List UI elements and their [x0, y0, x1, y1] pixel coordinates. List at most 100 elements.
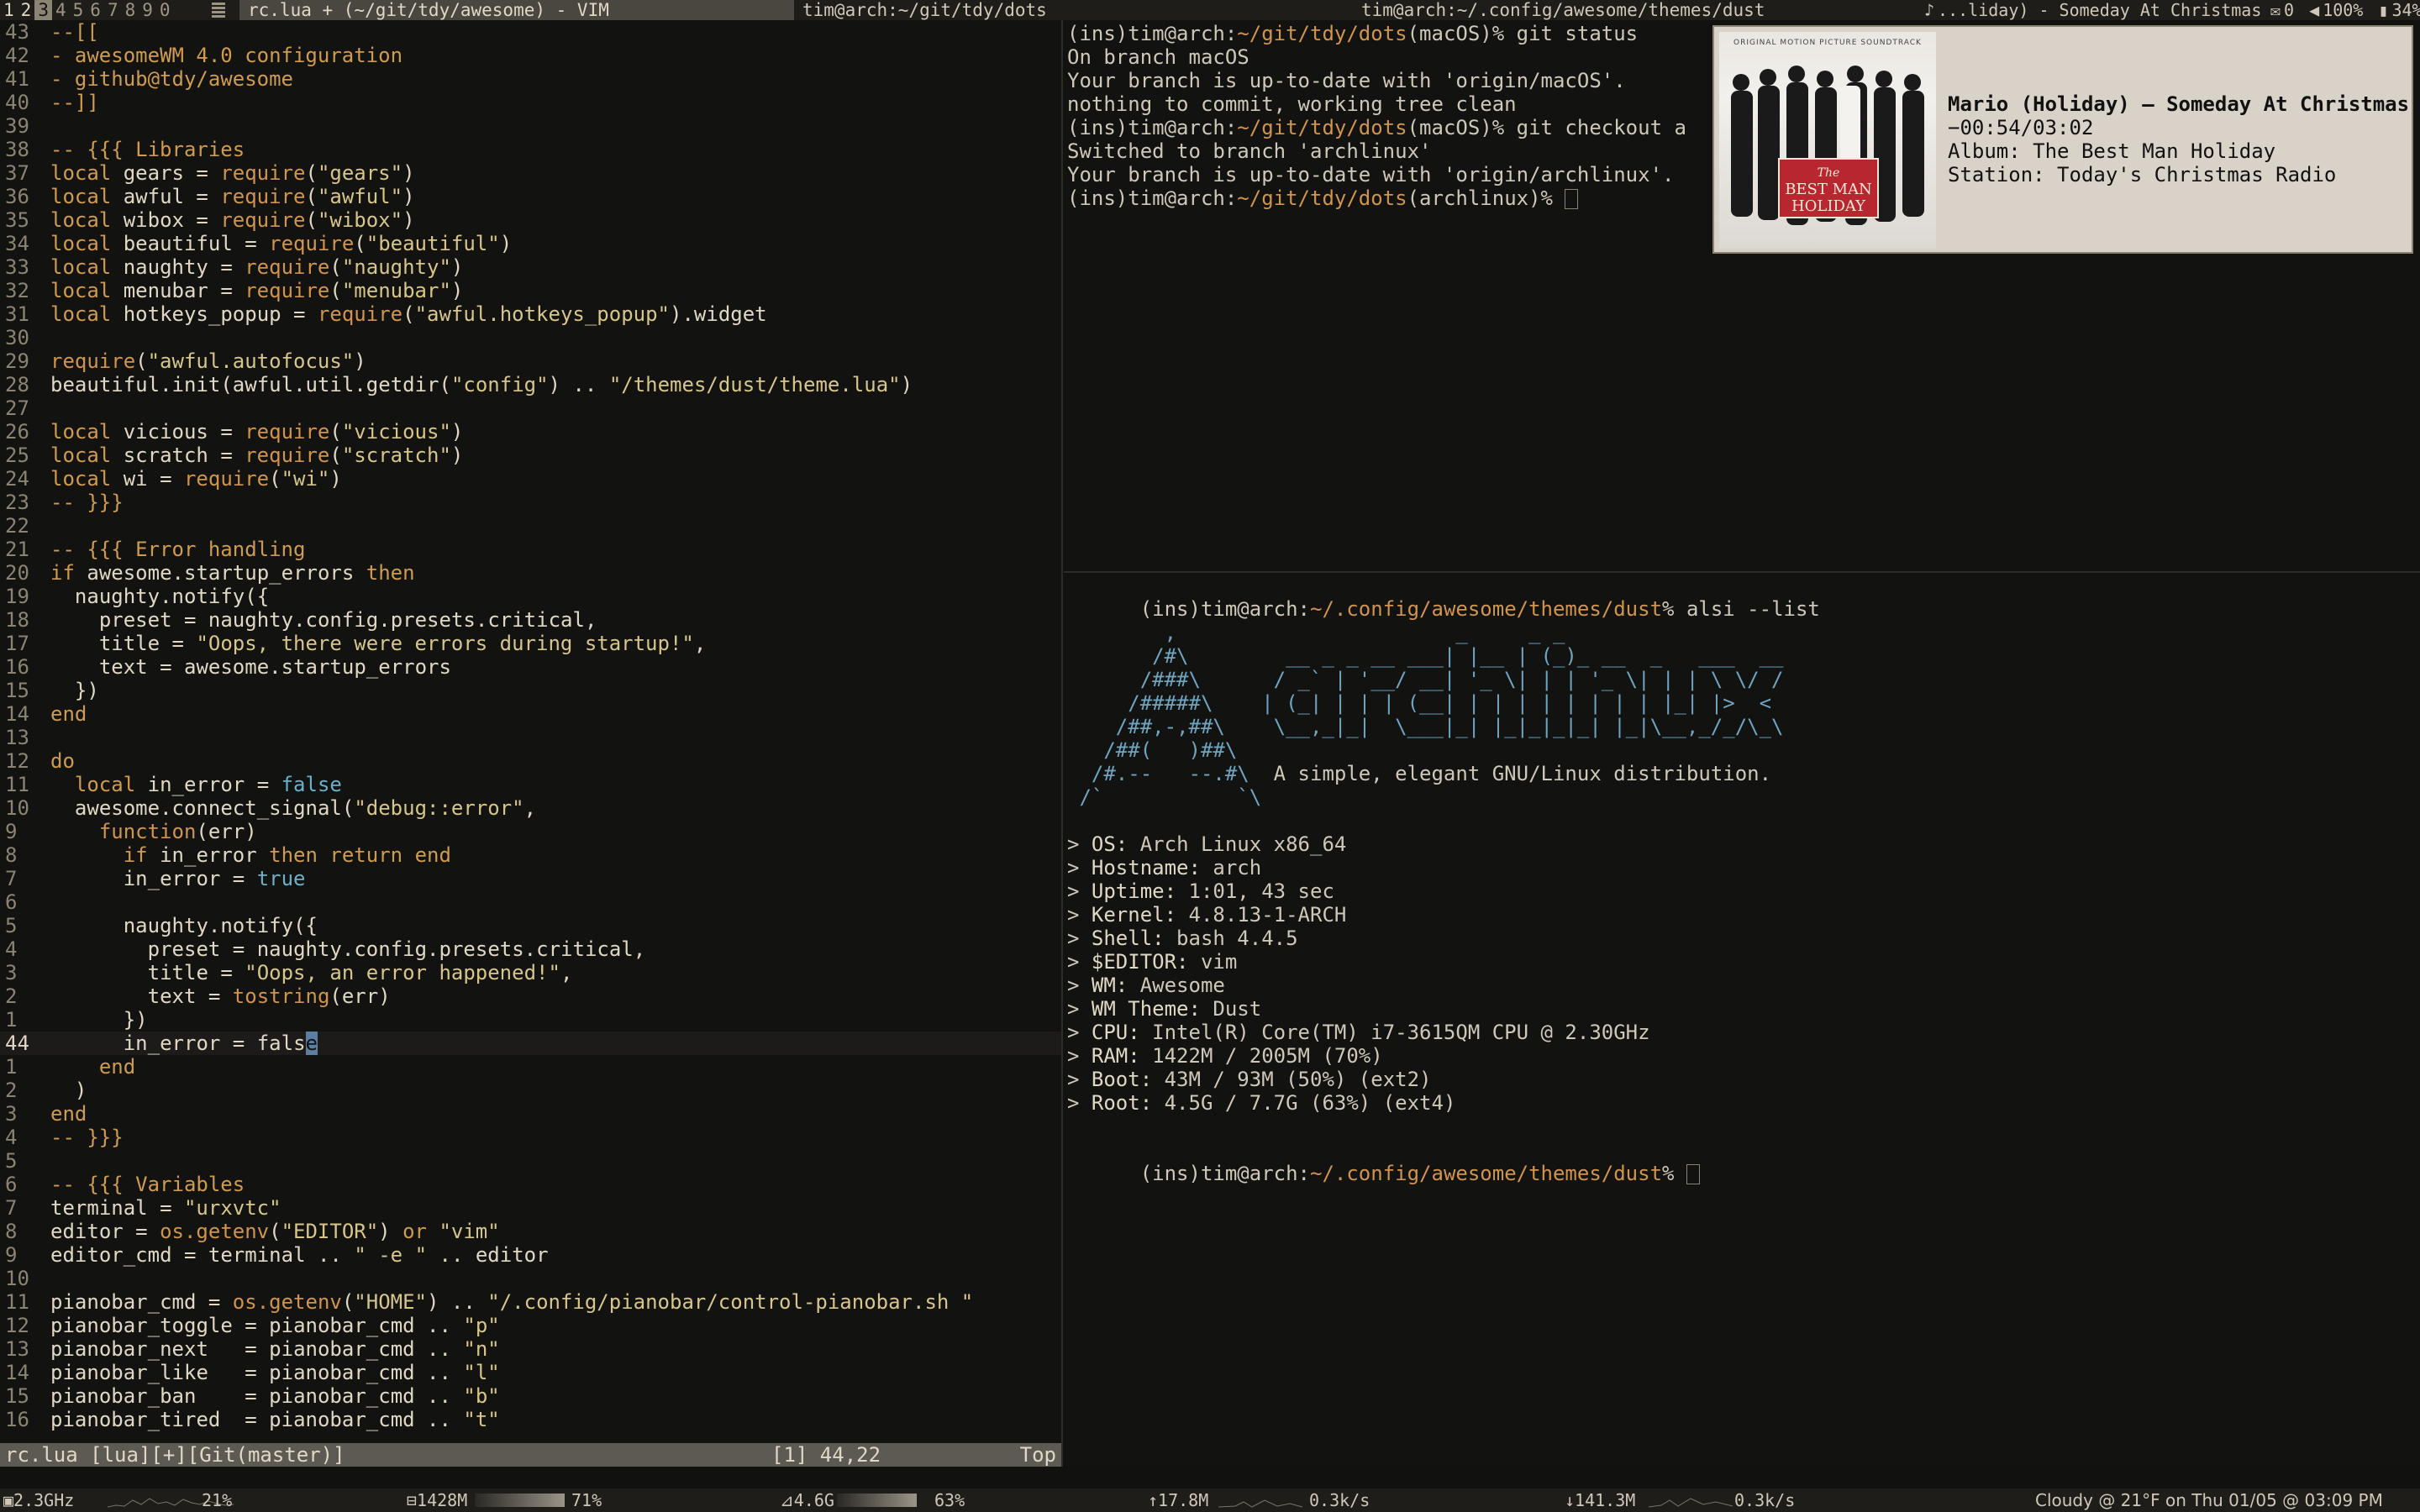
memory-bar — [475, 1494, 565, 1507]
line-number: 21 — [5, 538, 29, 561]
tag-3[interactable]: 3 — [34, 0, 52, 20]
code-line[interactable]: 30 — [0, 326, 1061, 349]
terminal-dust[interactable]: (ins)tim@arch:~/.config/awesome/themes/d… — [1064, 574, 2420, 1467]
download-widget[interactable]: ↓141.3M — [1565, 1488, 1635, 1512]
task-term-dots[interactable]: tim@arch:~/git/tdy/dots — [794, 0, 1055, 20]
code-line[interactable]: 35 local wibox = require("wibox") — [0, 208, 1061, 232]
layout-icon[interactable] — [212, 3, 225, 18]
code-line[interactable]: 8 if in_error then return end — [0, 843, 1061, 867]
code-line[interactable]: 11 pianobar_cmd = os.getenv("HOME") .. "/… — [0, 1290, 1061, 1314]
code-line[interactable]: 37 local gears = require("gears") — [0, 161, 1061, 185]
disk-widget[interactable]: ⊿4.6G — [780, 1488, 834, 1512]
code-line[interactable]: 10 — [0, 1267, 1061, 1290]
code-line[interactable]: 27 — [0, 396, 1061, 420]
code-line[interactable]: 14 end — [0, 702, 1061, 726]
code-line[interactable]: 17 title = "Oops, there were errors duri… — [0, 632, 1061, 655]
code-line[interactable]: 4 -- }}} — [0, 1126, 1061, 1149]
code-line[interactable]: 34 local beautiful = require("beautiful") — [0, 232, 1061, 255]
upload-widget[interactable]: ↑17.8M — [1148, 1488, 1208, 1512]
code-text: pianobar_next = pianobar_cmd .. "n" — [50, 1337, 500, 1361]
task-vim[interactable]: rc.lua + (~/git/tdy/awesome) - VIM — [239, 0, 794, 20]
code-line[interactable]: 29 require("awful.autofocus") — [0, 349, 1061, 373]
code-line[interactable]: 11 local in_error = false — [0, 773, 1061, 796]
mail-icon[interactable]: ✉ — [2270, 0, 2281, 20]
tag-8[interactable]: 8 — [122, 0, 139, 20]
code-line[interactable]: 23 -- }}} — [0, 491, 1061, 514]
ascii-line: /##,-,##\ \__,_|_| \___|_| |_|_|_|_| |_|… — [1067, 715, 1784, 738]
code-line[interactable]: 41 - github@tdy/awesome — [0, 67, 1061, 91]
code-line[interactable]: 26 local vicious = require("vicious") — [0, 420, 1061, 444]
code-text: local beautiful = require("beautiful") — [50, 232, 513, 255]
code-line[interactable]: 2 ) — [0, 1079, 1061, 1102]
code-line[interactable]: 21 -- {{{ Error handling — [0, 538, 1061, 561]
tag-6[interactable]: 6 — [87, 0, 104, 20]
vim-editor-pane[interactable]: 43 --[[42- awesomeWM 4.0 configuration 41-… — [0, 20, 1063, 1467]
tag-7[interactable]: 7 — [104, 0, 122, 20]
tag-list[interactable]: 1234567890 — [0, 0, 174, 20]
code-line[interactable]: 16 pianobar_tired = pianobar_cmd .. "t" — [0, 1408, 1061, 1431]
code-line[interactable]: 12 do — [0, 749, 1061, 773]
code-line[interactable]: 2 text = tostring(err) — [0, 984, 1061, 1008]
code-line[interactable]: 38 -- {{{ Libraries — [0, 138, 1061, 161]
code-line[interactable]: 7 in_error = true — [0, 867, 1061, 890]
code-line[interactable]: 5 — [0, 1149, 1061, 1173]
code-line[interactable]: 24 local wi = require("wi") — [0, 467, 1061, 491]
code-line[interactable]: 32 local menubar = require("menubar") — [0, 279, 1061, 302]
code-line[interactable]: 15 pianobar_ban = pianobar_cmd .. "b" — [0, 1384, 1061, 1408]
code-line[interactable]: 9 editor_cmd = terminal .. " -e " .. edit… — [0, 1243, 1061, 1267]
tag-1[interactable]: 1 — [0, 0, 18, 20]
code-line[interactable]: 4 preset = naughty.config.presets.critic… — [0, 937, 1061, 961]
terminal-cursor — [1686, 1164, 1700, 1184]
code-line[interactable]: 22 — [0, 514, 1061, 538]
code-line[interactable]: 39 — [0, 114, 1061, 138]
code-line[interactable]: 9 function(err) — [0, 820, 1061, 843]
code-line[interactable]: 13 pianobar_next = pianobar_cmd .. "n" — [0, 1337, 1061, 1361]
ascii-line: /#\ __ _ _ __ ___| |__ | (_)_ __ _ ___ _… — [1067, 644, 1784, 668]
tag-5[interactable]: 5 — [70, 0, 87, 20]
code-line[interactable]: 3 title = "Oops, an error happened!", — [0, 961, 1061, 984]
code-line[interactable]: 25 local scratch = require("scratch") — [0, 444, 1061, 467]
code-line[interactable]: 12 pianobar_toggle = pianobar_cmd .. "p" — [0, 1314, 1061, 1337]
weather-clock[interactable]: Cloudy @ 21°F on Thu 01/05 @ 03:09 PM — [2035, 1488, 2383, 1512]
cpu-widget[interactable]: ▣2.3GHz — [3, 1488, 74, 1512]
task-term-dust[interactable]: tim@arch:~/.config/awesome/themes/dust — [1353, 0, 1773, 20]
code-line[interactable]: 28 beautiful.init(awful.util.getdir("conf… — [0, 373, 1061, 396]
code-line[interactable]: 5 naughty.notify({ — [0, 914, 1061, 937]
code-line[interactable]: 18 preset = naughty.config.presets.criti… — [0, 608, 1061, 632]
code-line[interactable]: 42 - awesomeWM 4.0 configuration — [0, 44, 1061, 67]
tag-0[interactable]: 0 — [156, 0, 174, 20]
code-line[interactable]: 7 terminal = "urxvtc" — [0, 1196, 1061, 1220]
code-line[interactable]: 1 end — [0, 1055, 1061, 1079]
now-playing-widget[interactable]: ♪ ...liday) - Someday At Christmas — [1924, 0, 2261, 20]
ascii-line: /##( )##\ — [1067, 738, 1238, 762]
code-line[interactable]: 6 -- {{{ Variables — [0, 1173, 1061, 1196]
code-line[interactable]: 40 --]] — [0, 91, 1061, 114]
code-line[interactable]: 43 --[[ — [0, 20, 1061, 44]
code-line[interactable]: 16 text = awesome.startup_errors — [0, 655, 1061, 679]
code-line[interactable]: 31 local hotkeys_popup = require("awful.h… — [0, 302, 1061, 326]
code-line[interactable]: 1 }) — [0, 1008, 1061, 1032]
code-line[interactable]: 10 awesome.connect_signal("debug::error"… — [0, 796, 1061, 820]
tag-2[interactable]: 2 — [18, 0, 35, 20]
info-line: > Uptime: 1:01, 43 sec — [1067, 879, 1334, 903]
code-line[interactable]: 44 in_error = false — [0, 1032, 1061, 1055]
code-line[interactable]: 19 naughty.notify({ — [0, 585, 1061, 608]
code-text: if in_error then return end — [123, 843, 451, 867]
code-line[interactable]: 6 — [0, 890, 1061, 914]
tag-4[interactable]: 4 — [52, 0, 70, 20]
volume-icon[interactable]: ◀ — [2309, 0, 2319, 20]
now-playing-notification[interactable]: ORIGINAL MOTION PICTURE SOUNDTRACK The B… — [1712, 25, 2413, 254]
code-text: text = awesome.startup_errors — [98, 655, 451, 679]
memory-widget[interactable]: ⊟1428M — [407, 1488, 467, 1512]
code-line[interactable]: 3 end — [0, 1102, 1061, 1126]
tag-9[interactable]: 9 — [139, 0, 156, 20]
code-line[interactable]: 13 — [0, 726, 1061, 749]
code-buffer[interactable]: 43 --[[42- awesomeWM 4.0 configuration 41-… — [0, 20, 1061, 1431]
code-line[interactable]: 33 local naughty = require("naughty") — [0, 255, 1061, 279]
code-line[interactable]: 36 local awful = require("awful") — [0, 185, 1061, 208]
code-line[interactable]: 15 }) — [0, 679, 1061, 702]
code-line[interactable]: 20 if awesome.startup_errors then — [0, 561, 1061, 585]
code-line[interactable]: 8 editor = os.getenv("EDITOR") or "vim" — [0, 1220, 1061, 1243]
code-line[interactable]: 14 pianobar_like = pianobar_cmd .. "l" — [0, 1361, 1061, 1384]
code-text: }) — [123, 1008, 148, 1032]
